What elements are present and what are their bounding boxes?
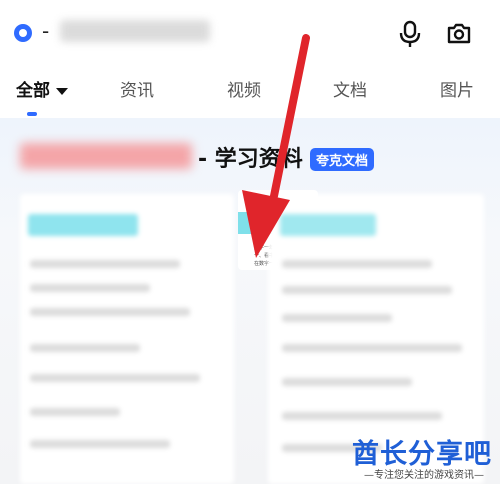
caret-down-icon — [56, 87, 68, 95]
microphone-icon[interactable] — [398, 20, 422, 48]
search-result-card[interactable]: - 学习资料 夸克文档 序一 数字一年级下学 一、看书题目 在数字一，功放 — [0, 118, 500, 484]
tab-video[interactable]: 视频 — [227, 76, 261, 101]
tab-docs[interactable]: 文档 — [333, 76, 367, 101]
quark-logo-icon — [14, 24, 32, 42]
search-query-prefix[interactable]: - — [42, 19, 49, 43]
tab-images[interactable]: 图片 — [440, 76, 474, 101]
active-tab-indicator — [27, 112, 37, 116]
watermark-tagline: —专注您关注的游戏资讯— — [364, 470, 484, 481]
search-bar[interactable]: - — [0, 0, 500, 64]
camera-icon[interactable] — [446, 20, 472, 46]
quark-docs-badge: 夸克文档 — [310, 148, 375, 171]
result-title-redacted[interactable] — [20, 143, 192, 169]
result-title[interactable]: - 学习资料 — [198, 141, 303, 173]
tab-all-label: 全部 — [16, 81, 50, 101]
search-query-redacted[interactable] — [60, 20, 210, 42]
tab-news[interactable]: 资讯 — [120, 76, 154, 101]
tab-all[interactable]: 全部 — [16, 76, 68, 101]
search-tabs: 全部 资讯 视频 文档 图片 — [0, 68, 500, 118]
document-thumbnail-left[interactable] — [20, 194, 234, 484]
